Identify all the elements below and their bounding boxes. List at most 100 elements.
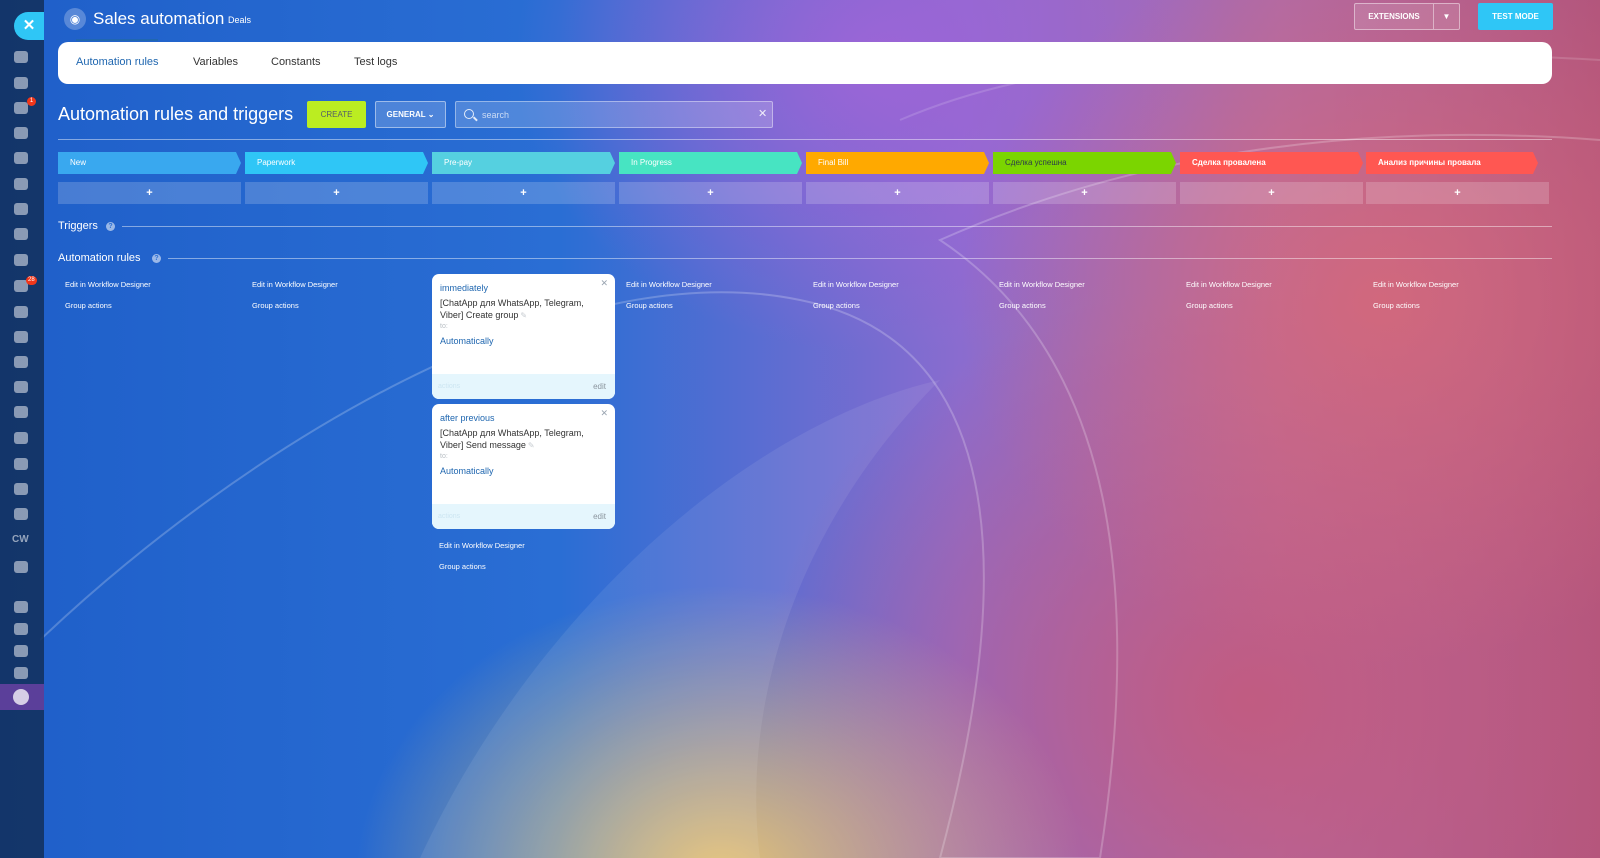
sidebar-icon-mail[interactable] <box>14 203 28 215</box>
group-actions-link[interactable]: Group actions <box>1186 301 1233 310</box>
page-title: Automation rules and triggers <box>58 104 294 124</box>
stage-deal-won[interactable]: Сделка успешна <box>993 152 1176 174</box>
clear-search-icon[interactable]: ✕ <box>758 107 767 120</box>
sidebar-icon-inventory[interactable] <box>14 458 28 470</box>
edit-in-designer-link[interactable]: Edit in Workflow Designer <box>813 280 899 289</box>
rule-card[interactable]: ✕ immediately [ChatApp для WhatsApp, Tel… <box>432 274 615 399</box>
extensions-label[interactable]: EXTENSIONS <box>1355 4 1433 29</box>
general-label: GENERAL <box>386 110 426 119</box>
rule-delay-link[interactable]: immediately <box>440 283 488 293</box>
group-actions-link[interactable]: Group actions <box>813 301 860 310</box>
stage-loss-analysis[interactable]: Анализ причины провала <box>1366 152 1538 174</box>
rule-edit-link[interactable]: edit <box>593 512 606 521</box>
test-mode-button[interactable]: TEST MODE <box>1478 3 1553 30</box>
add-trigger-in-progress[interactable]: + <box>619 182 802 204</box>
extensions-dropdown-arrow[interactable]: ▼ <box>1433 4 1459 29</box>
edit-in-designer-link[interactable]: Edit in Workflow Designer <box>1186 280 1272 289</box>
sidebar-icon-contacts[interactable] <box>14 406 28 418</box>
sidebar-icon-settings[interactable] <box>14 645 28 657</box>
stage-pre-pay[interactable]: Pre-pay <box>432 152 615 174</box>
edit-in-designer-link[interactable]: Edit in Workflow Designer <box>439 541 525 550</box>
pencil-icon[interactable]: ✎ <box>528 441 535 450</box>
sidebar-icon-chat[interactable] <box>14 102 28 114</box>
rule-name-text: [ChatApp для WhatsApp, Telegram, Viber] … <box>440 298 584 320</box>
background-swoosh <box>40 51 1600 858</box>
tab-test-logs[interactable]: Test logs <box>354 56 397 68</box>
tab-automation-rules[interactable]: Automation rules <box>76 56 159 68</box>
rule-responsible-link[interactable]: Automatically <box>440 336 494 346</box>
add-trigger-deal-won[interactable]: + <box>993 182 1176 204</box>
group-actions-link[interactable]: Group actions <box>1373 301 1420 310</box>
rule-edit-link[interactable]: edit <box>593 382 606 391</box>
rule-name: [ChatApp для WhatsApp, Telegram, Viber] … <box>440 297 608 322</box>
triggers-heading: Triggers <box>58 220 98 232</box>
edit-in-designer-link[interactable]: Edit in Workflow Designer <box>1373 280 1459 289</box>
page-header-title: Sales automation <box>93 9 225 28</box>
page-header-subtitle: Deals <box>228 15 252 25</box>
sidebar-icon-more[interactable] <box>14 561 28 573</box>
search-input[interactable] <box>482 108 752 122</box>
edit-in-designer-link[interactable]: Edit in Workflow Designer <box>626 280 712 289</box>
stage-final-bill[interactable]: Final Bill <box>806 152 989 174</box>
sidebar-icon-cart[interactable] <box>14 356 28 368</box>
group-actions-link[interactable]: Group actions <box>65 301 112 310</box>
sidebar-icon-docs[interactable] <box>14 152 28 164</box>
sidebar-icon-add[interactable] <box>14 667 28 679</box>
tab-variables[interactable]: Variables <box>193 56 238 68</box>
stage-deal-lost[interactable]: Сделка провалена <box>1180 152 1363 174</box>
sidebar-icon-store[interactable] <box>14 306 28 318</box>
left-sidebar: ✕ 1 28 CW <box>0 0 44 858</box>
add-trigger-pre-pay[interactable]: + <box>432 182 615 204</box>
group-actions-link[interactable]: Group actions <box>626 301 673 310</box>
help-icon[interactable]: ? <box>106 222 115 231</box>
create-button[interactable]: CREATE <box>307 101 366 128</box>
sidebar-cw-label[interactable]: CW <box>12 534 29 545</box>
sidebar-icon-feed[interactable] <box>14 51 28 63</box>
tab-constants[interactable]: Constants <box>271 56 321 68</box>
stage-new[interactable]: New <box>58 152 241 174</box>
edit-in-designer-link[interactable]: Edit in Workflow Designer <box>65 280 151 289</box>
rule-actions-label: actions <box>438 383 461 390</box>
sidebar-app-bar[interactable] <box>0 684 44 710</box>
close-slider-button[interactable]: ✕ <box>14 12 44 40</box>
chevron-down-icon: ▼ <box>1442 12 1451 21</box>
sidebar-icon-robot[interactable] <box>14 432 28 444</box>
add-trigger-final-bill[interactable]: + <box>806 182 989 204</box>
sidebar-icon-sitemap[interactable] <box>14 623 28 635</box>
help-icon[interactable]: ? <box>152 254 161 263</box>
group-actions-link[interactable]: Group actions <box>999 301 1046 310</box>
extensions-button[interactable]: EXTENSIONS ▼ <box>1354 3 1460 30</box>
sidebar-icon-marketing[interactable] <box>14 331 28 343</box>
group-actions-link[interactable]: Group actions <box>439 562 486 571</box>
sidebar-icon-drive[interactable] <box>14 178 28 190</box>
general-dropdown[interactable]: GENERAL ⌄ <box>375 101 446 128</box>
stage-paperwork[interactable]: Paperwork <box>245 152 428 174</box>
sidebar-icon-code[interactable] <box>14 508 28 520</box>
sidebar-icon-sign[interactable] <box>14 381 28 393</box>
stage-in-progress[interactable]: In Progress <box>619 152 802 174</box>
sidebar-icon-tasks[interactable] <box>14 77 28 89</box>
add-trigger-deal-lost[interactable]: + <box>1180 182 1363 204</box>
rule-responsible-link[interactable]: Automatically <box>440 466 494 476</box>
rule-card[interactable]: ✕ after previous [ChatApp для WhatsApp, … <box>432 404 615 529</box>
crm-badge: 28 <box>26 276 37 285</box>
sidebar-icon-calendar[interactable] <box>14 127 28 139</box>
search-box[interactable]: ✕ <box>455 101 773 128</box>
add-trigger-paperwork[interactable]: + <box>245 182 428 204</box>
sidebar-icon-groups[interactable] <box>14 228 28 240</box>
close-icon[interactable]: ✕ <box>600 408 608 419</box>
pencil-icon[interactable]: ✎ <box>520 311 527 320</box>
sidebar-icon-analytics[interactable] <box>14 483 28 495</box>
triggers-divider <box>122 226 1552 227</box>
edit-in-designer-link[interactable]: Edit in Workflow Designer <box>252 280 338 289</box>
rule-to-label: to: <box>440 323 448 330</box>
rule-delay-link[interactable]: after previous <box>440 413 495 423</box>
crown-icon <box>13 689 29 705</box>
edit-in-designer-link[interactable]: Edit in Workflow Designer <box>999 280 1085 289</box>
sidebar-icon-checklist[interactable] <box>14 254 28 266</box>
add-trigger-new[interactable]: + <box>58 182 241 204</box>
group-actions-link[interactable]: Group actions <box>252 301 299 310</box>
sidebar-icon-help[interactable] <box>14 601 28 613</box>
add-trigger-loss-analysis[interactable]: + <box>1366 182 1549 204</box>
close-icon[interactable]: ✕ <box>600 278 608 289</box>
